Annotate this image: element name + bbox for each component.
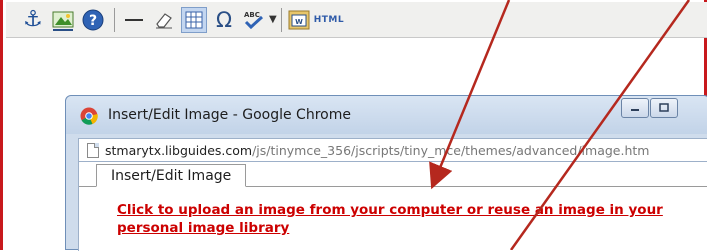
url-host: stmarytx.libguides.com [105,142,253,158]
maximize-button[interactable] [650,98,678,118]
table-grid-icon[interactable] [181,6,207,33]
spellcheck-icon[interactable]: ABC [241,7,267,33]
minimize-button[interactable] [621,98,649,118]
omega-icon[interactable]: Ω [211,7,237,33]
svg-text:W: W [295,18,303,26]
eraser-icon[interactable] [151,7,177,33]
toolbar-separator [280,7,282,32]
svg-text:ABC: ABC [244,11,260,19]
help-icon[interactable]: ? [80,7,106,33]
editor-toolbar: ⚓ ? Ω ABC ▼ W HTML [6,2,707,38]
upload-image-link[interactable]: Click to upload an image from your compu… [117,201,707,237]
window-titlebar[interactable]: Insert/Edit Image - Google Chrome [66,96,707,134]
svg-text:?: ? [89,13,97,29]
dialog-content: Insert/Edit Image Click to upload an ima… [78,162,707,251]
html-label: HTML [313,14,345,25]
tab-strip: Insert/Edit Image [79,162,707,187]
tab-insert-edit-image[interactable]: Insert/Edit Image [96,164,247,187]
html-icon[interactable]: W HTML [288,7,344,33]
address-bar[interactable]: stmarytx.libguides.com/js/tinymce_356/js… [78,138,707,162]
url-path: /js/tinymce_356/jscripts/tiny_mce/themes… [252,142,650,158]
editor-frame: ⚓ ? Ω ABC ▼ W HTML Insert/Edit Image - G… [0,0,707,251]
chrome-popup-window: Insert/Edit Image - Google Chrome stmary… [65,95,707,251]
image-icon[interactable] [50,7,76,33]
chevron-down-icon[interactable]: ▼ [269,14,277,25]
toolbar-separator [114,7,115,32]
page-icon [87,142,99,158]
anchor-icon[interactable]: ⚓ [20,7,46,33]
chrome-logo-icon [80,107,98,129]
horizontal-rule-icon[interactable] [121,7,147,33]
window-title: Insert/Edit Image - Google Chrome [108,107,351,123]
